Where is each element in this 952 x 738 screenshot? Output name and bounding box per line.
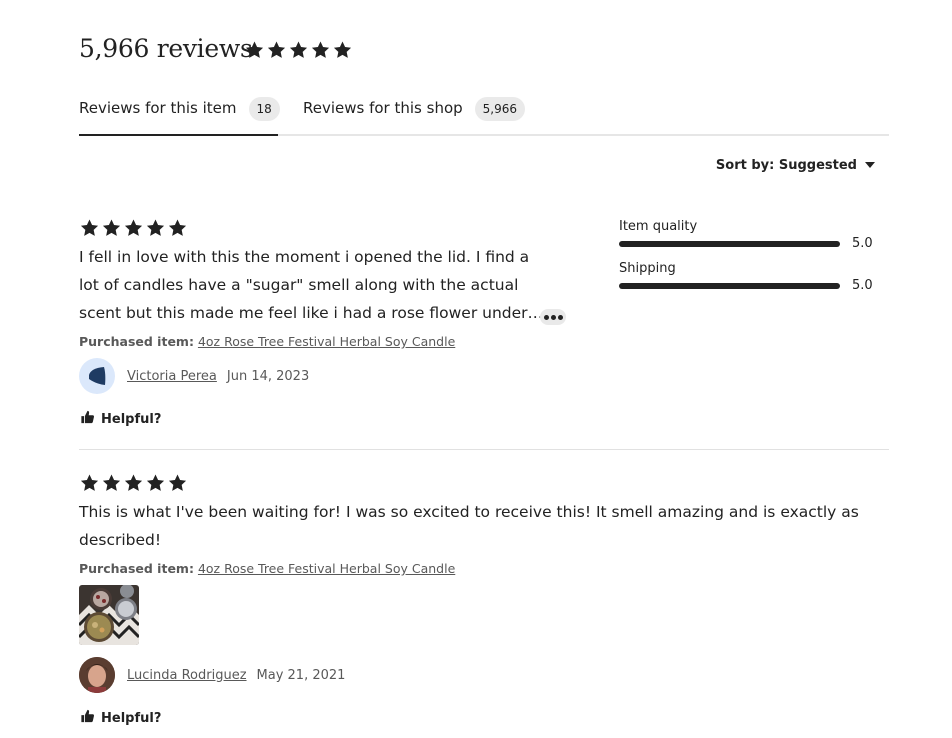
helpful-label: Helpful? (101, 710, 162, 726)
review-stars (79, 218, 188, 238)
review-text: This is what I've been waiting for! I wa… (79, 498, 889, 554)
review-text-line: This is what I've been waiting for! I wa… (79, 503, 859, 521)
tab-reviews-for-shop[interactable]: Reviews for this shop 5,966 (303, 96, 526, 134)
review-date: May 21, 2021 (256, 667, 346, 683)
avatar[interactable] (79, 657, 115, 693)
candle-photo-icon (79, 585, 139, 645)
star-icon (145, 218, 166, 238)
avatar[interactable] (79, 358, 115, 394)
avatar-shape-icon (89, 367, 106, 385)
sort-dropdown[interactable]: Sort by: Suggested (716, 158, 875, 173)
reviewer-name-link[interactable]: Lucinda Rodriguez (127, 668, 247, 683)
star-icon (101, 473, 122, 493)
helpful-button[interactable]: Helpful? (80, 410, 161, 428)
star-icon (167, 218, 188, 238)
star-icon (332, 40, 353, 60)
review-photo-thumbnail[interactable] (79, 585, 139, 645)
rating-bar-shipping (619, 283, 840, 289)
expand-review-button[interactable] (540, 309, 566, 325)
rating-value-shipping: 5.0 (852, 278, 873, 293)
review-text-line: described! (79, 531, 162, 549)
tab-label: Reviews for this shop (303, 99, 463, 117)
star-icon (266, 40, 287, 60)
reviews-count-title: 5,966 reviews (79, 34, 253, 63)
sort-label: Sort by: Suggested (715, 158, 857, 173)
helpful-label: Helpful? (101, 411, 162, 427)
review-tabs: Reviews for this item 18 Reviews for thi… (79, 96, 889, 136)
thumbs-up-icon (80, 709, 95, 727)
review-text: I fell in love with this the moment i op… (79, 243, 549, 327)
star-icon (288, 40, 309, 60)
purchased-item: Purchased item: 4oz Rose Tree Festival H… (79, 334, 455, 349)
rating-label-shipping: Shipping (619, 261, 676, 276)
star-icon (79, 218, 100, 238)
more-dots-icon (543, 314, 549, 320)
purchased-item-link[interactable]: 4oz Rose Tree Festival Herbal Soy Candle (198, 334, 455, 349)
reviewer-meta: Victoria Perea Jun 14, 2023 (79, 358, 309, 394)
review-divider (79, 449, 889, 450)
star-icon (167, 473, 188, 493)
star-icon (123, 218, 144, 238)
more-dots-icon (557, 314, 563, 320)
star-icon (244, 40, 265, 60)
tab-count-badge: 5,966 (474, 97, 526, 121)
rating-bar-item-quality (619, 241, 840, 247)
star-icon (101, 218, 122, 238)
tab-label: Reviews for this item (79, 99, 237, 117)
tab-reviews-for-item[interactable]: Reviews for this item 18 (79, 96, 280, 136)
star-icon (123, 473, 144, 493)
more-dots-icon (550, 314, 556, 320)
rating-value-item-quality: 5.0 (852, 236, 873, 251)
rating-label-item-quality: Item quality (619, 219, 698, 234)
tab-count-badge: 18 (248, 97, 280, 121)
thumbs-up-icon (80, 410, 95, 428)
review-text-line: scent but this made me feel like i had a… (79, 304, 544, 322)
reviewer-name-link[interactable]: Victoria Perea (127, 369, 217, 384)
review-text-line: I fell in love with this the moment i op… (79, 248, 530, 266)
caret-down-icon (865, 158, 875, 173)
review-text-line: lot of candles have a "sugar" smell alon… (79, 276, 519, 294)
reviewer-meta: Lucinda Rodriguez May 21, 2021 (79, 657, 345, 693)
purchased-label: Purchased item: (79, 334, 194, 349)
purchased-item-link[interactable]: 4oz Rose Tree Festival Herbal Soy Candle (198, 561, 455, 576)
person-photo-icon (79, 657, 115, 693)
star-icon (145, 473, 166, 493)
review-date: Jun 14, 2023 (226, 368, 310, 384)
purchased-item: Purchased item: 4oz Rose Tree Festival H… (79, 561, 455, 576)
helpful-button[interactable]: Helpful? (80, 709, 161, 727)
overall-rating-stars (244, 40, 353, 60)
star-icon (310, 40, 331, 60)
review-stars (79, 473, 188, 493)
star-icon (79, 473, 100, 493)
purchased-label: Purchased item: (79, 561, 194, 576)
